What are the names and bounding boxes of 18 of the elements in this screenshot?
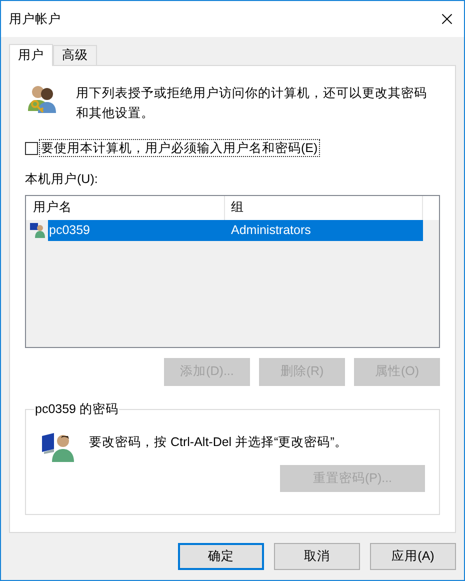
user-computer-icon (30, 222, 46, 238)
dialog-button[interactable]: 确定 (178, 543, 264, 570)
table-cell-text: pc0359 (48, 222, 92, 239)
window-title: 用户帐户 (9, 10, 61, 28)
checkbox-label[interactable]: 要使用本计算机，用户必须输入用户名和密码(E) (39, 139, 320, 157)
password-hint-text: 要改密码，按 Ctrl-Alt-Del 并选择“更改密码”。 (89, 434, 348, 452)
description-text: 用下列表授予或拒绝用户访问你的计算机，还可以更改其密码和其他设置。 (76, 85, 428, 122)
tab[interactable]: 高级 (53, 45, 97, 65)
checkbox[interactable] (25, 142, 38, 154)
dialog-button[interactable]: 应用(A) (370, 543, 456, 570)
users-key-icon (26, 83, 58, 115)
group-title: pc0359 的密码 (34, 400, 120, 418)
user-row[interactable]: pc0359 Administrators (48, 220, 423, 241)
users-label: 本机用户(U): (25, 171, 98, 188)
table-cell-text: Administrators (230, 222, 311, 239)
user-computer-icon (41, 432, 75, 462)
tab[interactable]: 用户 (9, 44, 53, 66)
dialog-button[interactable]: 取消 (274, 543, 360, 570)
